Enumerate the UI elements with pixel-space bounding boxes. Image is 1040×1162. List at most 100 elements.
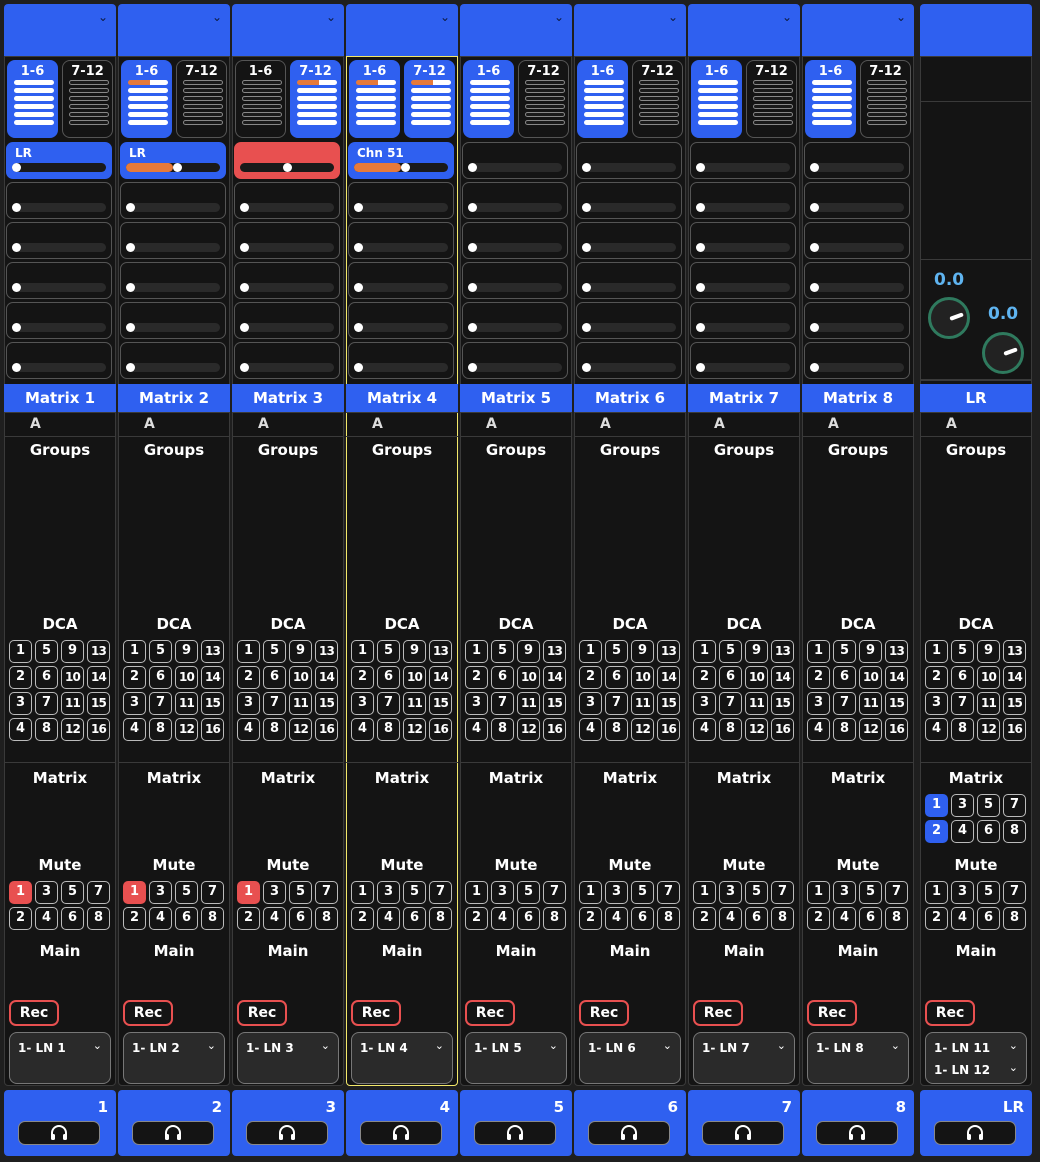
send-slot-2[interactable] — [462, 182, 568, 219]
send-level-slider[interactable] — [810, 363, 904, 372]
strip-footer[interactable]: 3 — [232, 1090, 344, 1156]
output-selector[interactable]: 1- LN 7 ⌄ — [693, 1032, 795, 1084]
dca-button-14[interactable]: 14 — [657, 666, 680, 689]
send-slot-4[interactable] — [348, 262, 454, 299]
chevron-down-icon[interactable]: ⌄ — [554, 10, 564, 24]
dca-button-12[interactable]: 12 — [977, 718, 1000, 741]
send-level-handle[interactable] — [810, 363, 819, 372]
send-bank-7-12[interactable]: 7-12 — [632, 60, 683, 138]
dca-button-3[interactable]: 3 — [123, 692, 146, 715]
strip-footer[interactable]: 1 — [4, 1090, 116, 1156]
mute-button-2[interactable]: 2 — [579, 907, 602, 930]
send-level-handle[interactable] — [582, 243, 591, 252]
send-bank-1-6[interactable]: 1-6 — [805, 60, 856, 138]
dca-button-9[interactable]: 9 — [631, 640, 654, 663]
listen-button[interactable] — [934, 1121, 1016, 1145]
dca-button-1[interactable]: 1 — [237, 640, 260, 663]
dca-button-5[interactable]: 5 — [719, 640, 742, 663]
dca-button-5[interactable]: 5 — [377, 640, 400, 663]
dca-button-15[interactable]: 15 — [885, 692, 908, 715]
mute-button-1[interactable]: 1 — [351, 881, 374, 904]
listen-button[interactable] — [588, 1121, 670, 1145]
listen-button[interactable] — [360, 1121, 442, 1145]
strip-header[interactable]: ⌄ — [574, 4, 686, 56]
send-level-slider[interactable] — [354, 283, 448, 292]
send-level-handle[interactable] — [282, 163, 292, 172]
dca-button-7[interactable]: 7 — [35, 692, 58, 715]
dca-button-7[interactable]: 7 — [719, 692, 742, 715]
output-selector[interactable]: 1- LN 11 ⌄ 1- LN 12 ⌄ — [925, 1032, 1027, 1084]
dca-button-10[interactable]: 10 — [745, 666, 768, 689]
send-slot-5[interactable] — [804, 302, 910, 339]
matrix-assign-button-7[interactable]: 7 — [1003, 794, 1026, 817]
mute-button-5[interactable]: 5 — [977, 881, 1000, 904]
chevron-down-icon[interactable]: ⌄ — [549, 1039, 558, 1052]
send-level-slider[interactable] — [126, 243, 220, 252]
dca-button-16[interactable]: 16 — [885, 718, 908, 741]
dca-button-6[interactable]: 6 — [833, 666, 856, 689]
mute-button-6[interactable]: 6 — [631, 907, 654, 930]
mute-button-8[interactable]: 8 — [1003, 907, 1026, 930]
dca-button-5[interactable]: 5 — [605, 640, 628, 663]
send-slot-4[interactable] — [462, 262, 568, 299]
send-level-handle[interactable] — [696, 163, 705, 172]
chevron-down-icon[interactable]: ⌄ — [1009, 1039, 1018, 1052]
send-level-slider[interactable] — [696, 283, 790, 292]
dca-button-3[interactable]: 3 — [807, 692, 830, 715]
send-level-slider[interactable] — [240, 323, 334, 332]
send-level-handle[interactable] — [582, 283, 591, 292]
listen-button[interactable] — [474, 1121, 556, 1145]
dca-button-1[interactable]: 1 — [351, 640, 374, 663]
mute-button-2[interactable]: 2 — [925, 907, 948, 930]
mute-button-5[interactable]: 5 — [517, 881, 540, 904]
mute-button-8[interactable]: 8 — [885, 907, 908, 930]
send-level-handle[interactable] — [696, 203, 705, 212]
send-level-handle[interactable] — [126, 243, 135, 252]
dca-button-7[interactable]: 7 — [377, 692, 400, 715]
dca-button-9[interactable]: 9 — [977, 640, 1000, 663]
mute-button-7[interactable]: 7 — [657, 881, 680, 904]
mute-button-1[interactable]: 1 — [123, 881, 146, 904]
send-slot-5[interactable] — [120, 302, 226, 339]
dca-button-7[interactable]: 7 — [605, 692, 628, 715]
send-level-handle[interactable] — [126, 283, 135, 292]
send-slot-5[interactable] — [6, 302, 112, 339]
dca-button-2[interactable]: 2 — [807, 666, 830, 689]
mute-button-6[interactable]: 6 — [745, 907, 768, 930]
mute-button-2[interactable]: 2 — [465, 907, 488, 930]
send-level-slider[interactable] — [240, 283, 334, 292]
send-level-slider[interactable] — [240, 243, 334, 252]
matrix-assign-button-2[interactable]: 2 — [925, 820, 948, 843]
dca-button-2[interactable]: 2 — [925, 666, 948, 689]
dca-button-14[interactable]: 14 — [315, 666, 338, 689]
send-slot-6[interactable] — [690, 342, 796, 379]
mute-button-4[interactable]: 4 — [951, 907, 974, 930]
dca-button-4[interactable]: 4 — [237, 718, 260, 741]
send-slot-5[interactable] — [348, 302, 454, 339]
send-slot-3[interactable] — [6, 222, 112, 259]
dca-button-9[interactable]: 9 — [289, 640, 312, 663]
mute-button-3[interactable]: 3 — [149, 881, 172, 904]
send-level-slider[interactable] — [582, 283, 676, 292]
send-level-handle[interactable] — [12, 363, 21, 372]
dca-button-12[interactable]: 12 — [859, 718, 882, 741]
dca-button-2[interactable]: 2 — [693, 666, 716, 689]
dca-button-14[interactable]: 14 — [543, 666, 566, 689]
send-bank-7-12[interactable]: 7-12 — [290, 60, 341, 138]
dca-button-8[interactable]: 8 — [377, 718, 400, 741]
send-level-handle[interactable] — [468, 203, 477, 212]
dca-button-13[interactable]: 13 — [429, 640, 452, 663]
dca-button-1[interactable]: 1 — [465, 640, 488, 663]
mute-button-1[interactable]: 1 — [465, 881, 488, 904]
send-slot-1[interactable] — [462, 142, 568, 179]
chevron-down-icon[interactable]: ⌄ — [212, 10, 222, 24]
strip-footer[interactable]: 7 — [688, 1090, 800, 1156]
mute-button-7[interactable]: 7 — [315, 881, 338, 904]
send-bank-7-12[interactable]: 7-12 — [62, 60, 113, 138]
dca-button-9[interactable]: 9 — [745, 640, 768, 663]
mute-button-4[interactable]: 4 — [377, 907, 400, 930]
dca-button-15[interactable]: 15 — [201, 692, 224, 715]
mute-button-4[interactable]: 4 — [833, 907, 856, 930]
dca-button-13[interactable]: 13 — [771, 640, 794, 663]
send-slot-5[interactable] — [462, 302, 568, 339]
